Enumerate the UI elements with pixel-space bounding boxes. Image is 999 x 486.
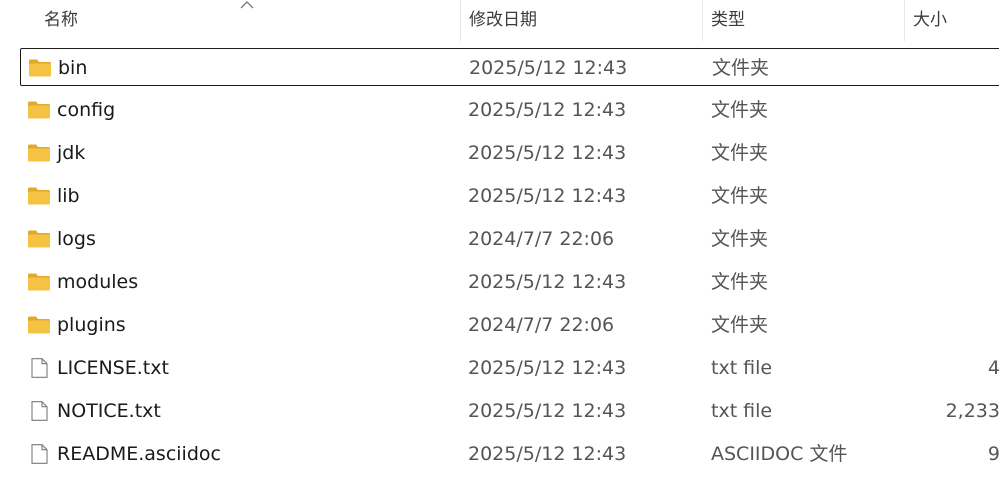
file-icon: [27, 401, 51, 421]
file-row[interactable]: LICENSE.txt 2025/5/12 12:43 txt file 4: [20, 349, 999, 387]
file-name: README.asciidoc: [57, 443, 221, 465]
file-modified-date: 2025/5/12 12:43: [468, 271, 627, 293]
file-modified-date: 2025/5/12 12:43: [468, 443, 627, 465]
file-name: jdk: [57, 142, 86, 164]
column-header-bar: 名称 修改日期 类型 大小: [0, 0, 999, 41]
file-name: lib: [57, 185, 80, 207]
file-name: bin: [58, 57, 88, 79]
file-modified-date: 2025/5/12 12:43: [469, 57, 628, 79]
file-name: NOTICE.txt: [57, 400, 161, 422]
file-modified-date: 2025/5/12 12:43: [468, 357, 627, 379]
column-header-type[interactable]: 类型: [702, 0, 904, 41]
file-row[interactable]: lib 2025/5/12 12:43 文件夹: [20, 177, 999, 215]
file-modified-date: 2024/7/7 22:06: [468, 314, 615, 336]
file-type: 文件夹: [711, 142, 769, 164]
file-modified-date: 2025/5/12 12:43: [468, 99, 627, 121]
file-type: 文件夹: [712, 57, 770, 79]
column-header-date[interactable]: 修改日期: [460, 0, 702, 41]
file-modified-date: 2024/7/7 22:06: [468, 228, 615, 250]
column-header-size[interactable]: 大小: [904, 0, 999, 41]
file-modified-date: 2025/5/12 12:43: [468, 185, 627, 207]
file-name: config: [57, 99, 116, 121]
file-type: 文件夹: [711, 185, 769, 207]
file-type: 文件夹: [711, 228, 769, 250]
column-header-name[interactable]: 名称: [36, 0, 460, 41]
file-name: modules: [57, 271, 139, 293]
file-type: 文件夹: [711, 99, 769, 121]
file-row[interactable]: bin 2025/5/12 12:43 文件夹: [20, 48, 999, 86]
file-row[interactable]: logs 2024/7/7 22:06 文件夹: [20, 220, 999, 258]
file-modified-date: 2025/5/12 12:43: [468, 400, 627, 422]
file-name: plugins: [57, 314, 126, 336]
file-type: ASCIIDOC 文件: [711, 443, 848, 465]
folder-icon: [27, 186, 51, 206]
file-type: txt file: [711, 400, 773, 422]
file-size: 9: [987, 443, 999, 465]
file-name: LICENSE.txt: [57, 357, 169, 379]
folder-icon: [27, 272, 51, 292]
file-explorer: 名称 修改日期 类型 大小 bin 2025/5/12 12:43 文件夹 confi…: [0, 0, 999, 486]
file-size: 2,233: [945, 400, 999, 422]
file-type: 文件夹: [711, 314, 769, 336]
folder-icon: [27, 100, 51, 120]
file-icon: [27, 358, 51, 378]
file-name: logs: [57, 228, 96, 250]
file-row[interactable]: config 2025/5/12 12:43 文件夹: [20, 91, 999, 129]
file-size: 4: [987, 357, 999, 379]
file-icon: [27, 444, 51, 464]
folder-icon: [27, 229, 51, 249]
file-type: txt file: [711, 357, 773, 379]
folder-icon: [28, 58, 52, 78]
file-row[interactable]: NOTICE.txt 2025/5/12 12:43 txt file 2,233: [20, 392, 999, 430]
file-row[interactable]: README.asciidoc 2025/5/12 12:43 ASCIIDOC 文…: [20, 435, 999, 473]
file-row[interactable]: jdk 2025/5/12 12:43 文件夹: [20, 134, 999, 172]
file-type: 文件夹: [711, 271, 769, 293]
file-row[interactable]: plugins 2024/7/7 22:06 文件夹: [20, 306, 999, 344]
file-modified-date: 2025/5/12 12:43: [468, 142, 627, 164]
folder-icon: [27, 143, 51, 163]
file-row[interactable]: modules 2025/5/12 12:43 文件夹: [20, 263, 999, 301]
folder-icon: [27, 315, 51, 335]
